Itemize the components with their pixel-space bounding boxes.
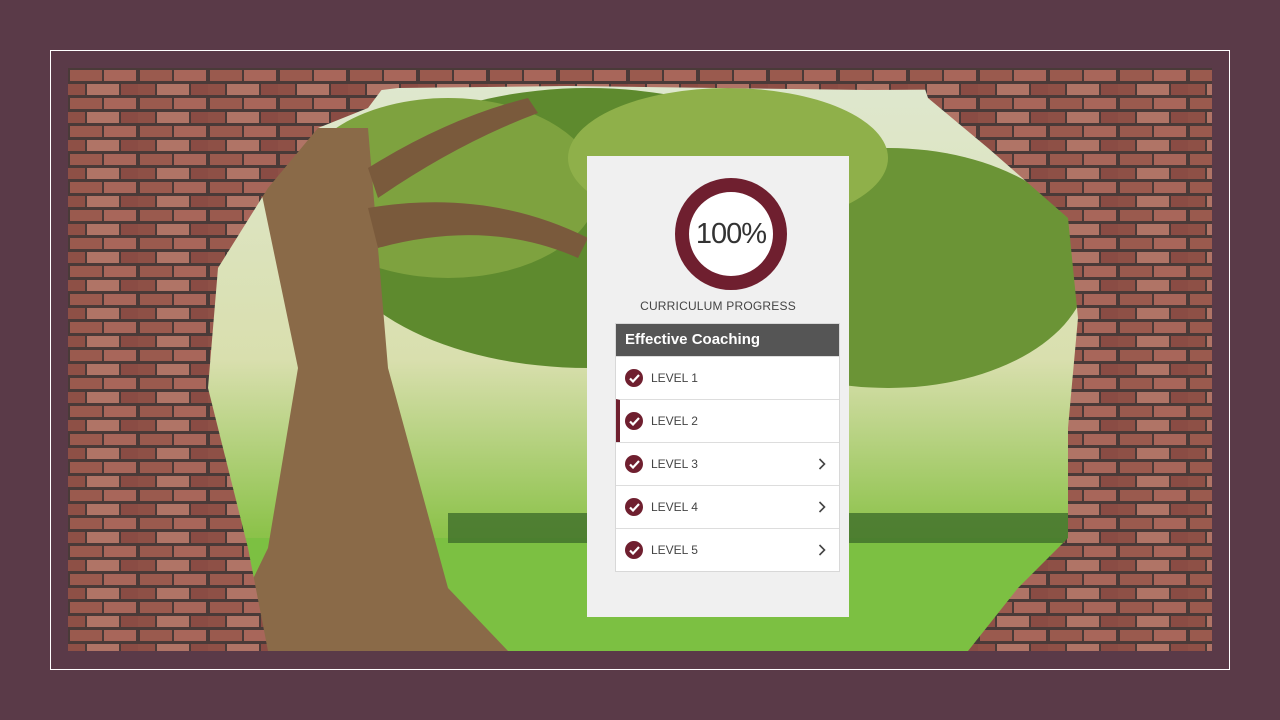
check-circle-icon [625,455,643,473]
check-circle-icon [625,412,643,430]
level-label: LEVEL 4 [651,500,698,514]
level-label: LEVEL 2 [651,414,698,428]
check-circle-icon [625,541,643,559]
progress-label: CURRICULUM PROGRESS [640,299,796,313]
course-title: Effective Coaching [616,324,839,356]
course-card: Effective Coaching LEVEL 1 LEVEL 2 LEVEL… [615,323,840,572]
level-label: LEVEL 3 [651,457,698,471]
level-item-3[interactable]: LEVEL 3 [616,442,839,485]
level-item-1[interactable]: LEVEL 1 [616,356,839,399]
check-circle-icon [625,498,643,516]
curriculum-panel: 100% CURRICULUM PROGRESS Effective Coach… [587,156,849,617]
level-label: LEVEL 1 [651,371,698,385]
check-circle-icon [625,369,643,387]
level-item-5[interactable]: LEVEL 5 [616,528,839,571]
level-label: LEVEL 5 [651,543,698,557]
chevron-right-icon[interactable] [815,457,829,471]
progress-ring: 100% [675,178,787,290]
progress-value: 100% [695,217,767,250]
chevron-right-icon[interactable] [815,500,829,514]
chevron-right-icon[interactable] [815,543,829,557]
level-item-4[interactable]: LEVEL 4 [616,485,839,528]
level-item-2[interactable]: LEVEL 2 [616,399,839,442]
